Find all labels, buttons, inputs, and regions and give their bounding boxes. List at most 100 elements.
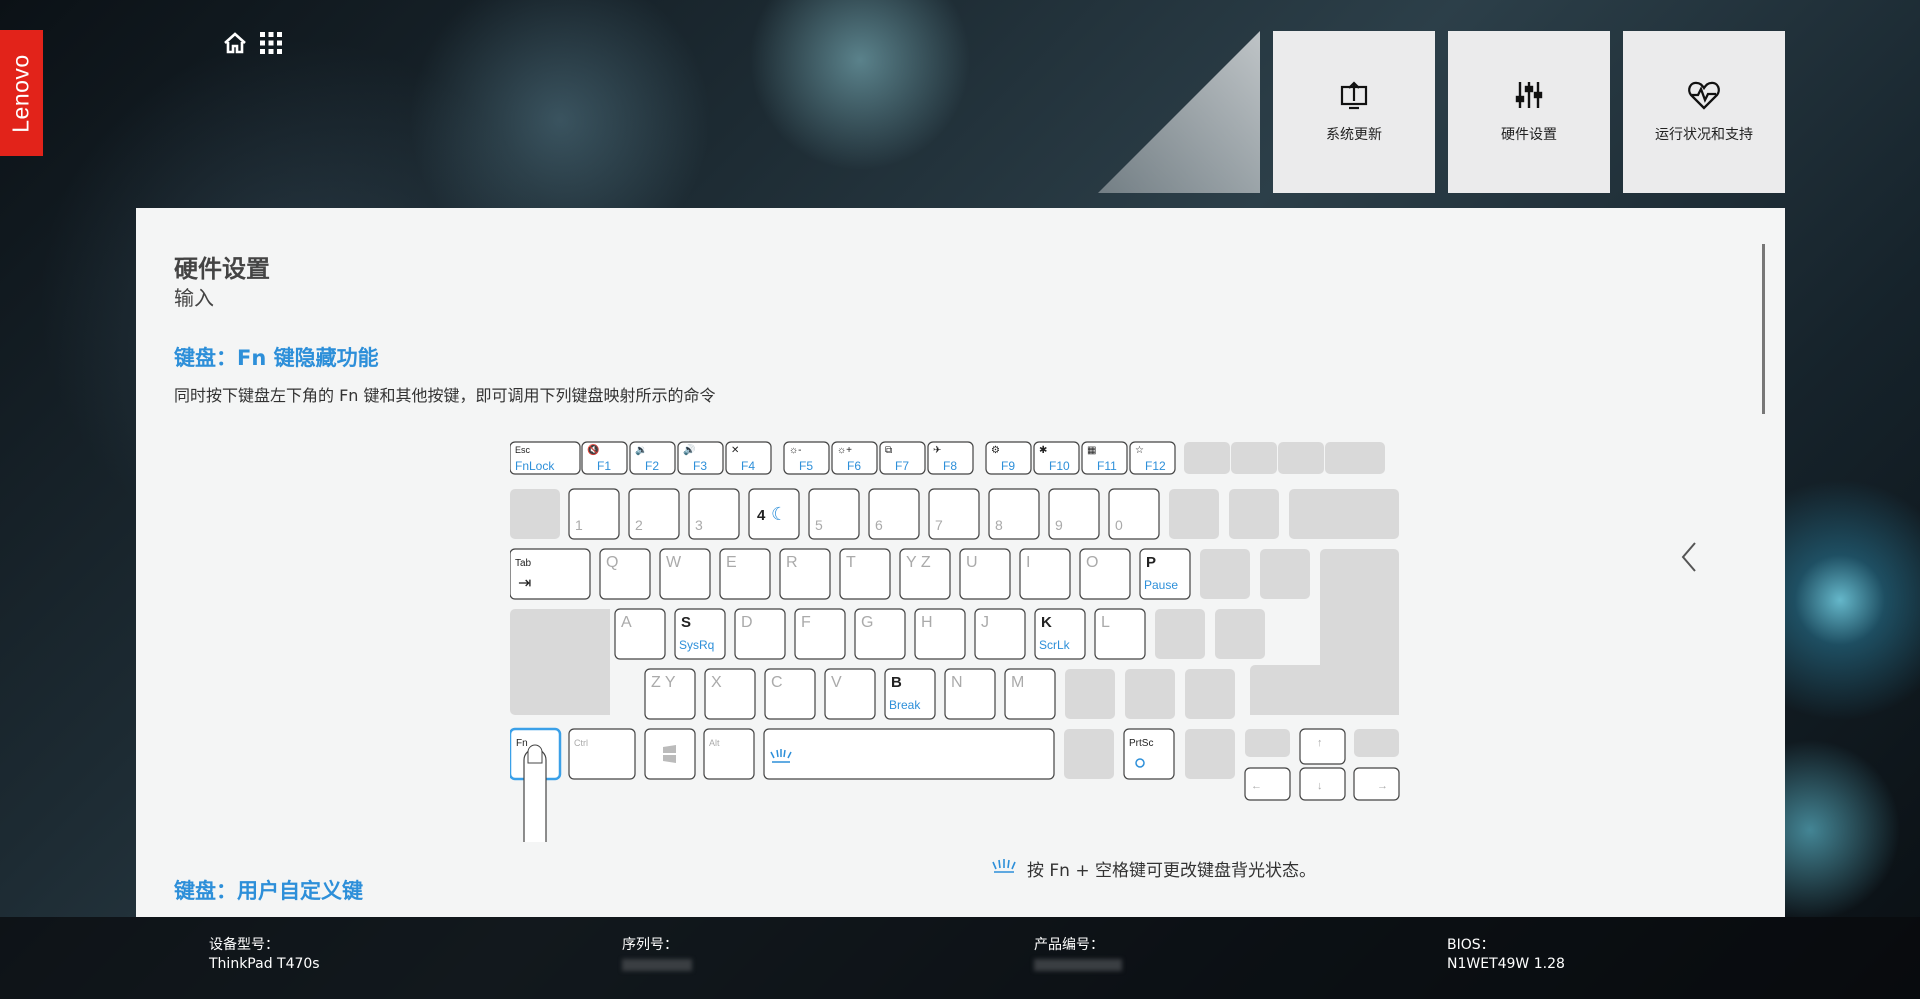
letter-key-label: S xyxy=(681,614,691,631)
letter-key: G xyxy=(854,608,906,660)
fn-key-icon-label: 🔉 xyxy=(635,445,647,456)
letter-key-label: H xyxy=(921,614,933,631)
letter-key: H xyxy=(914,608,966,660)
number-key: 7 xyxy=(928,488,980,540)
right-arrow-key: → xyxy=(1353,767,1400,801)
fn-key-label: F6 xyxy=(847,459,861,473)
blank-key xyxy=(1184,442,1230,474)
home-icon[interactable] xyxy=(222,30,248,56)
letter-key-label: R xyxy=(786,554,798,571)
system-update-icon xyxy=(1337,78,1371,112)
fn-key-icon-label: ☼- xyxy=(789,445,802,456)
fn-row-key: ☼- F5 xyxy=(783,441,830,475)
blank-key xyxy=(1229,489,1279,539)
page-subtitle: 输入 xyxy=(174,286,214,310)
letter-key-label: G xyxy=(861,614,873,631)
fn-key-label: F12 xyxy=(1145,459,1166,473)
letter-key: U xyxy=(959,548,1011,600)
fn-row-key: 🔇 F1 xyxy=(581,441,628,475)
bios-value: N1WET49W 1.28 xyxy=(1447,956,1565,972)
blank-key xyxy=(510,489,560,539)
fingernail xyxy=(527,744,543,764)
letter-key: D xyxy=(734,608,786,660)
letter-key-label: Q xyxy=(606,554,618,571)
backlight-note-text: 按 Fn + 空格键可更改键盘背光状态。 xyxy=(1027,861,1317,881)
blank-key xyxy=(1155,609,1205,659)
product-number-redacted xyxy=(1034,959,1122,971)
letter-key-label: V xyxy=(831,674,842,691)
keyboard-backlight-icon xyxy=(991,857,1017,880)
tab-key: Tab ⇥ xyxy=(510,548,591,600)
product-number: 产品编号： xyxy=(1034,936,1122,977)
fn-key-icon-label: ✕ xyxy=(731,445,739,456)
blank-key xyxy=(1185,669,1235,719)
number-key-label: 5 xyxy=(815,517,823,533)
letter-key: J xyxy=(974,608,1026,660)
fn-row-key: ☆F12 xyxy=(1129,441,1176,475)
number-key-label: 1 xyxy=(575,517,583,533)
number-key-label: 4 xyxy=(757,507,766,524)
bios-label: BIOS： xyxy=(1447,937,1495,953)
fn-key-label: FnLock xyxy=(515,459,555,473)
tile-system-update[interactable]: 系统更新 xyxy=(1273,31,1435,193)
letter-key: Z Y xyxy=(644,668,696,720)
section-heading-fn-keys: 键盘：Fn 键隐藏功能 xyxy=(174,346,379,370)
fn-key-label: F10 xyxy=(1049,459,1070,473)
device-model-value: ThinkPad T470s xyxy=(209,956,320,972)
fn-key-label: F1 xyxy=(597,459,611,473)
number-key-label: 9 xyxy=(1055,517,1063,533)
blank-key xyxy=(1354,729,1399,757)
alt-key-label: Alt xyxy=(709,738,720,748)
right-arrow-icon: → xyxy=(1377,780,1388,792)
blank-key xyxy=(1169,489,1219,539)
fn-key-icon-label: ⧉ xyxy=(885,445,892,456)
product-number-label: 产品编号： xyxy=(1034,937,1104,953)
fn-row-key: ✈F8 xyxy=(927,441,974,475)
down-arrow-key: ↓ xyxy=(1299,767,1346,801)
break-label: Break xyxy=(889,698,921,712)
windows-key xyxy=(644,728,696,780)
tab-arrow-icon: ⇥ xyxy=(518,575,531,592)
number-key-label: 6 xyxy=(875,517,883,533)
fn-key-icon-label: ⚙ xyxy=(991,445,1000,456)
letter-key-label: I xyxy=(1026,554,1030,571)
fn-key-label: F3 xyxy=(693,459,707,473)
tile-hardware-settings[interactable]: 硬件设置 xyxy=(1448,31,1610,193)
down-arrow-icon: ↓ xyxy=(1317,780,1323,792)
blank-key xyxy=(1325,442,1385,474)
number-key: 3 xyxy=(688,488,740,540)
blank-key xyxy=(1064,729,1114,779)
scrollbar[interactable] xyxy=(1762,244,1765,414)
letter-key-label: F xyxy=(801,614,811,631)
tile-label: 硬件设置 xyxy=(1501,127,1557,143)
chevron-left-icon[interactable] xyxy=(1677,540,1701,574)
number-key: 2 xyxy=(628,488,680,540)
letter-key-label: J xyxy=(981,614,989,631)
tile-health-support[interactable]: 运行状况和支持 xyxy=(1623,31,1785,193)
left-arrow-key: ← xyxy=(1244,767,1291,801)
ctrl-key: Ctrl xyxy=(568,728,636,780)
fn-key-icon-label: ▦ xyxy=(1087,445,1096,456)
serial-number-redacted xyxy=(622,959,692,971)
number-key: 1 xyxy=(568,488,620,540)
letter-key-label: P xyxy=(1146,554,1156,571)
fn-row-key: 🔉 F2 xyxy=(629,441,676,475)
grid-icon[interactable] xyxy=(258,30,284,56)
device-model-label: 设备型号： xyxy=(209,937,279,953)
letter-key: M xyxy=(1004,668,1056,720)
fn-key-icon-label: 🔇 xyxy=(587,443,599,456)
section-heading-user-key: 键盘：用户自定义键 xyxy=(174,879,363,903)
letter-key-label: X xyxy=(711,674,722,691)
lenovo-logo: Lenovo xyxy=(0,30,43,156)
prtsc-key-label: PrtSc xyxy=(1129,738,1153,749)
device-model: 设备型号： ThinkPad T470s xyxy=(209,936,320,974)
up-arrow-icon: ↑ xyxy=(1317,737,1323,749)
tab-key-label: Tab xyxy=(515,558,532,569)
letter-key-label: M xyxy=(1011,674,1024,691)
fn-key-icon-label: 🔊 xyxy=(683,443,695,456)
letter-key: F xyxy=(794,608,846,660)
alt-key: Alt xyxy=(703,728,755,780)
space-key xyxy=(763,728,1055,780)
blank-key xyxy=(1200,549,1250,599)
decorative-triangle xyxy=(1098,31,1260,193)
